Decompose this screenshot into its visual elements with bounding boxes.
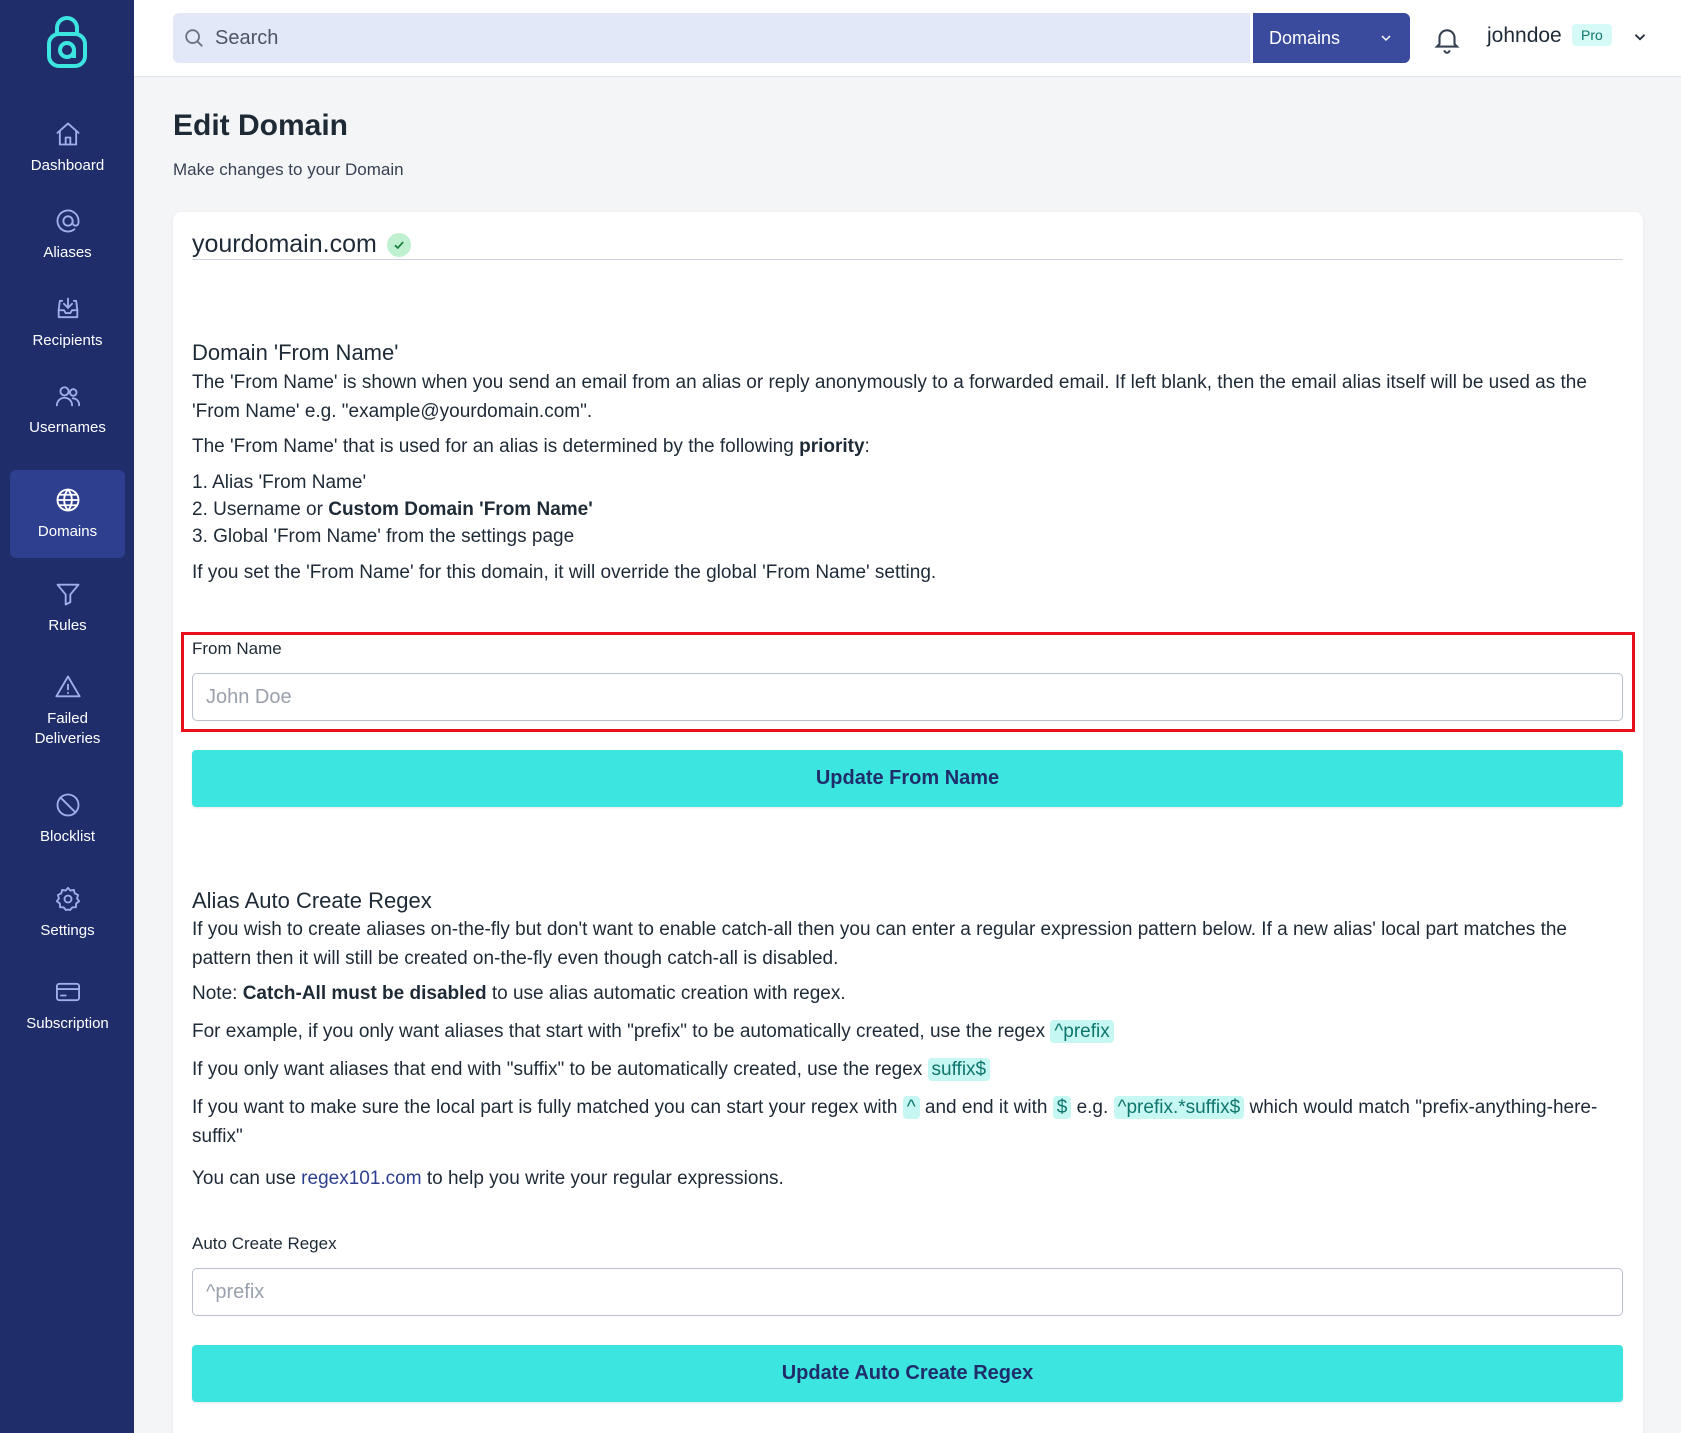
domain-card: yourdomain.com Domain 'From Name' The 'F… xyxy=(173,212,1643,1433)
code-snippet: ^prefix.*suffix$ xyxy=(1113,1096,1245,1119)
from-name-section-title: Domain 'From Name' xyxy=(192,340,399,365)
sidebar-item-rules[interactable]: Rules xyxy=(10,564,125,652)
sidebar-item-label: Blocklist xyxy=(39,827,95,845)
from-name-intro: The 'From Name' is shown when you send a… xyxy=(192,372,1587,422)
user-menu-name[interactable]: johndoe xyxy=(1487,24,1562,48)
regex-help: You can use regex101.com to help you wri… xyxy=(192,1168,784,1189)
regex-note: Note: Catch-All must be disabled to use … xyxy=(192,983,846,1004)
page-title: Edit Domain xyxy=(173,109,349,142)
auto-create-regex-input[interactable] xyxy=(192,1268,1623,1316)
from-name-highlight xyxy=(181,632,1635,732)
regex-example-prefix: For example, if you only want aliases th… xyxy=(192,1017,1623,1046)
sidebar-item-label: Aliases xyxy=(43,243,92,261)
home-icon xyxy=(56,122,79,146)
update-auto-create-regex-button[interactable]: Update Auto Create Regex xyxy=(192,1345,1623,1402)
code-snippet: ^prefix xyxy=(1050,1020,1114,1043)
sidebar-item-label: Rules xyxy=(48,616,87,634)
topbar: Domains johndoe Pro xyxy=(134,0,1681,77)
domain-name: yourdomain.com xyxy=(192,230,377,258)
search-icon xyxy=(185,29,203,47)
sidebar-item-label: Subscription xyxy=(26,1014,109,1032)
code-snippet: suffix$ xyxy=(927,1058,991,1081)
regex-example-full: If you want to make sure the local part … xyxy=(192,1096,1598,1147)
sidebar-item-aliases[interactable]: Aliases xyxy=(10,191,125,279)
warning-icon xyxy=(54,675,81,698)
credit-card-icon xyxy=(55,982,80,1001)
sidebar-item-recipients[interactable]: Recipients xyxy=(10,279,125,367)
search-input[interactable] xyxy=(215,26,1115,50)
chevron-down-icon[interactable] xyxy=(1631,28,1649,46)
regex-intro: If you wish to create aliases on-the-fly… xyxy=(192,919,1567,969)
code-snippet: $ xyxy=(1052,1096,1072,1119)
sidebar-item-blocklist[interactable]: Blocklist xyxy=(10,775,125,863)
sidebar-item-domains[interactable]: Domains xyxy=(10,470,125,558)
priority-item-2: 2. Username or Custom Domain 'From Name' xyxy=(192,499,593,520)
auto-create-regex-label: Auto Create Regex xyxy=(192,1234,337,1253)
regex101-link[interactable]: regex101.com xyxy=(301,1168,421,1189)
gear-icon xyxy=(55,886,80,911)
sidebar-item-label: Failed Deliveries xyxy=(34,709,101,747)
divider xyxy=(192,259,1623,260)
inbox-icon xyxy=(57,297,78,318)
code-snippet: ^ xyxy=(902,1096,920,1119)
regex-section-title: Alias Auto Create Regex xyxy=(192,888,432,913)
regex-example-suffix: If you only want aliases that end with "… xyxy=(192,1055,1623,1084)
sidebar: Dashboard Aliases Recipients Usernames D… xyxy=(0,0,134,1433)
sidebar-item-failed-deliveries[interactable]: Failed Deliveries xyxy=(10,660,125,762)
sidebar-item-label: Usernames xyxy=(29,418,106,436)
search-bar xyxy=(173,13,1250,63)
from-name-override-note: If you set the 'From Name' for this doma… xyxy=(192,562,937,583)
block-icon xyxy=(56,793,79,817)
verified-check-icon xyxy=(386,232,411,257)
sidebar-item-label: Domains xyxy=(37,522,98,540)
sidebar-item-label: Dashboard xyxy=(30,156,105,174)
sidebar-item-settings[interactable]: Settings xyxy=(10,869,125,957)
at-sign-icon xyxy=(56,209,79,233)
search-scope-select[interactable]: Domains xyxy=(1253,13,1410,63)
priority-item-3: 3. Global 'From Name' from the settings … xyxy=(192,526,575,547)
sidebar-item-usernames[interactable]: Usernames xyxy=(10,366,125,454)
sidebar-item-subscription[interactable]: Subscription xyxy=(10,962,125,1050)
globe-icon xyxy=(56,488,79,512)
sidebar-item-dashboard[interactable]: Dashboard xyxy=(10,104,125,192)
sidebar-item-label: Settings xyxy=(40,921,95,939)
bell-icon[interactable] xyxy=(1432,24,1462,54)
sidebar-item-label: Recipients xyxy=(32,331,103,349)
update-from-name-button[interactable]: Update From Name xyxy=(192,750,1623,807)
plan-badge: Pro xyxy=(1572,24,1612,46)
domain-heading: yourdomain.com xyxy=(192,230,411,259)
app-logo-icon[interactable] xyxy=(44,16,90,72)
from-name-priority: The 'From Name' that is used for an alia… xyxy=(192,436,870,457)
page-subtitle: Make changes to your Domain xyxy=(173,160,404,179)
users-icon xyxy=(55,386,80,407)
search-scope-label: Domains xyxy=(1269,27,1341,48)
chevron-down-icon xyxy=(1381,35,1391,42)
priority-item-1: 1. Alias 'From Name' xyxy=(192,472,367,493)
filter-icon xyxy=(56,583,79,606)
